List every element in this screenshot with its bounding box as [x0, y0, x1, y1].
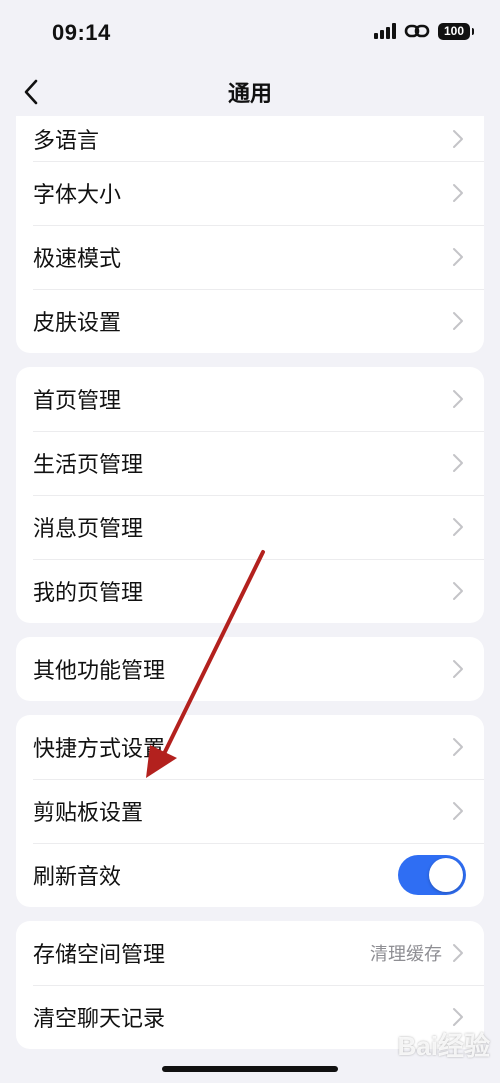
chevron-right-icon [452, 452, 466, 474]
setting-label: 字体大小 [33, 183, 122, 208]
setting-label: 消息页管理 [33, 517, 144, 542]
setting-label: 其他功能管理 [33, 659, 166, 684]
setting-row-shortcuts[interactable]: 快捷方式设置 [16, 715, 484, 779]
settings-group-pages: 首页管理 生活页管理 消息页管理 我的页管理 [16, 367, 484, 623]
chevron-right-icon [452, 800, 466, 822]
toggle-knob [429, 858, 463, 892]
setting-label: 刷新音效 [33, 865, 122, 890]
clear-cache-value: 清理缓存 [370, 944, 442, 965]
settings-group-display: 多语言 字体大小 极速模式 皮肤设置 [16, 116, 484, 353]
chevron-right-icon [452, 736, 466, 758]
setting-label: 存储空间管理 [33, 943, 166, 968]
setting-row-skin[interactable]: 皮肤设置 [16, 289, 484, 353]
setting-label: 首页管理 [33, 389, 122, 414]
setting-row-clipboard[interactable]: 剪贴板设置 [16, 779, 484, 843]
setting-row-font-size[interactable]: 字体大小 [16, 161, 484, 225]
page-title: 通用 [227, 82, 272, 107]
settings-group-other: 其他功能管理 [16, 637, 484, 701]
setting-row-speed-mode[interactable]: 极速模式 [16, 225, 484, 289]
chevron-right-icon [452, 942, 466, 964]
chevron-right-icon [452, 658, 466, 680]
home-indicator [162, 1066, 338, 1072]
setting-label: 清空聊天记录 [33, 1007, 166, 1032]
setting-row-my-page[interactable]: 我的页管理 [16, 559, 484, 623]
link-icon [404, 24, 430, 38]
chevron-right-icon [452, 310, 466, 332]
setting-label: 生活页管理 [33, 453, 144, 478]
chevron-right-icon [452, 128, 466, 150]
status-time: 09:14 [52, 20, 111, 45]
status-icons: 100 [374, 22, 474, 40]
chevron-right-icon [452, 516, 466, 538]
chevron-right-icon [452, 388, 466, 410]
chevron-right-icon [452, 182, 466, 204]
setting-row-other-functions[interactable]: 其他功能管理 [16, 637, 484, 701]
battery-icon: 100 [438, 22, 474, 40]
setting-label: 快捷方式设置 [33, 737, 166, 762]
setting-label: 极速模式 [33, 247, 122, 272]
chevron-right-icon [452, 580, 466, 602]
settings-group-shortcuts: 快捷方式设置 剪贴板设置 刷新音效 [16, 715, 484, 907]
setting-row-life-page[interactable]: 生活页管理 [16, 431, 484, 495]
setting-row-home-page[interactable]: 首页管理 [16, 367, 484, 431]
battery-level: 100 [443, 24, 465, 38]
watermark: Bai经验 [397, 1031, 490, 1061]
setting-label: 剪贴板设置 [33, 801, 144, 826]
chevron-right-icon [452, 246, 466, 268]
settings-list: 多语言 字体大小 极速模式 皮肤设置 首页管理 生活页管理 消息页管理 我的页管… [16, 116, 484, 1063]
setting-label: 多语言 [33, 128, 100, 154]
signal-icon [374, 23, 396, 39]
setting-label: 我的页管理 [33, 581, 144, 606]
setting-row-refresh-sound: 刷新音效 [16, 843, 484, 907]
refresh-sound-toggle[interactable] [398, 855, 466, 895]
nav-bar: 通用 [0, 68, 500, 116]
setting-label: 皮肤设置 [33, 311, 122, 336]
chevron-right-icon [452, 1006, 466, 1028]
setting-row-storage[interactable]: 存储空间管理 清理缓存 [16, 921, 484, 985]
setting-row-message-page[interactable]: 消息页管理 [16, 495, 484, 559]
status-bar: 09:14 100 [0, 0, 500, 68]
setting-row-language[interactable]: 多语言 [16, 116, 484, 161]
